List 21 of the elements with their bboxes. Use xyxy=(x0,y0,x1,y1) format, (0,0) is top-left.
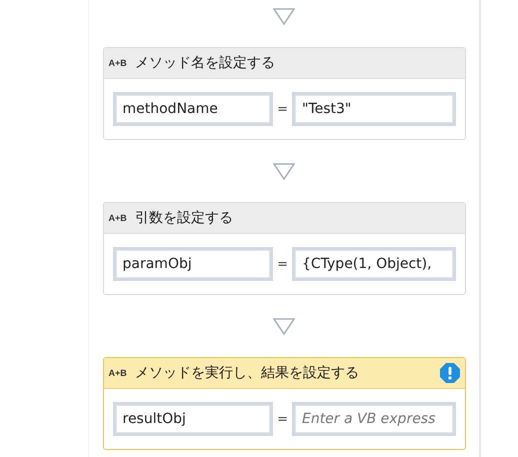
variable-field[interactable]: paramObj xyxy=(112,247,274,281)
value-field[interactable]: "Test3" xyxy=(292,92,456,126)
assign-icon: A+B xyxy=(108,368,127,378)
assign-icon: A+B xyxy=(108,213,127,223)
variable-field[interactable]: resultObj xyxy=(112,402,274,436)
equals-sign: = xyxy=(277,412,288,426)
activity-title: メソッドを実行し、結果を設定する xyxy=(134,364,360,382)
activity-card[interactable]: A+B メソッドを実行し、結果を設定する resultObj = Enter a VB express xyxy=(102,357,466,450)
activity-title: 引数を設定する xyxy=(134,209,234,227)
variable-field[interactable]: methodName xyxy=(112,92,274,126)
value-field[interactable]: Enter a VB express xyxy=(292,402,456,436)
assign-icon: A+B xyxy=(108,58,127,68)
down-arrow-icon xyxy=(273,163,295,180)
activity-card[interactable]: A+B メソッド名を設定する methodName = "Test3" xyxy=(102,47,466,140)
activity-title: メソッド名を設定する xyxy=(134,54,276,72)
equals-sign: = xyxy=(277,102,288,116)
activity-card[interactable]: A+B 引数を設定する paramObj = {CType(1, Object), xyxy=(102,202,466,295)
value-field[interactable]: {CType(1, Object), xyxy=(292,247,456,281)
down-arrow-icon xyxy=(273,318,295,335)
down-arrow-icon xyxy=(273,8,295,25)
equals-sign: = xyxy=(277,256,288,272)
